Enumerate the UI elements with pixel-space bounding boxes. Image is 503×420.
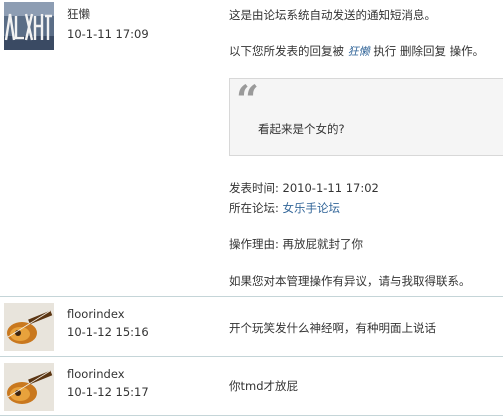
- forum-line: 所在论坛: 女乐手论坛: [229, 200, 340, 216]
- sender-name[interactable]: 狂懒: [67, 6, 90, 22]
- action-line: 以下您所发表的回复被 狂懒 执行 删除回复 操作。: [229, 43, 484, 59]
- avatar[interactable]: [4, 363, 54, 411]
- avatar[interactable]: [4, 303, 54, 351]
- contact-text: 如果您对本管理操作有异议，请与我取得联系。: [229, 274, 471, 288]
- message-time: 10-1-12 15:16: [67, 325, 149, 339]
- message-text: 你tmd才放屁: [229, 379, 299, 393]
- operator-link[interactable]: 狂懒: [348, 45, 370, 58]
- message-text: 开个玩笑发什么神经啊，有种明面上说话: [229, 321, 436, 335]
- forum-label: 所在论坛:: [229, 201, 279, 215]
- quoted-text: 看起来是个女的?: [258, 122, 345, 136]
- message-time: 10-1-12 15:17: [67, 385, 149, 399]
- avatar[interactable]: [4, 2, 54, 50]
- post-time-label: 发表时间:: [229, 181, 279, 195]
- forum-link[interactable]: 女乐手论坛: [283, 201, 341, 215]
- message-item: floorindex 10-1-12 15:17 你tmd才放屁: [0, 356, 503, 416]
- reason-label: 操作理由:: [229, 237, 279, 251]
- action-prefix: 以下您所发表的回复被: [229, 44, 344, 58]
- sender-name[interactable]: floorindex: [67, 367, 125, 381]
- message-item: 狂懒 10-1-11 17:09 这是由论坛系统自动发送的通知短消息。 以下您所…: [0, 0, 503, 296]
- action-name: 删除回复: [399, 44, 446, 58]
- action-exec: 执行: [373, 44, 397, 58]
- reason-value: 再放屁就封了你: [282, 237, 364, 251]
- reason-line: 操作理由: 再放屁就封了你: [229, 236, 363, 252]
- post-time-line: 发表时间: 2010-1-11 17:02: [229, 180, 379, 196]
- action-suffix: 操作。: [449, 44, 485, 58]
- quoted-reply: “ 看起来是个女的?: [229, 78, 503, 156]
- sender-name[interactable]: floorindex: [67, 307, 125, 321]
- message-item: floorindex 10-1-12 15:16 开个玩笑发什么神经啊，有种明面…: [0, 296, 503, 356]
- message-time: 10-1-11 17:09: [67, 27, 149, 41]
- post-time-value: 2010-1-11 17:02: [282, 181, 379, 195]
- notice-text: 这是由论坛系统自动发送的通知短消息。: [229, 8, 436, 22]
- quote-mark-icon: “: [236, 77, 260, 124]
